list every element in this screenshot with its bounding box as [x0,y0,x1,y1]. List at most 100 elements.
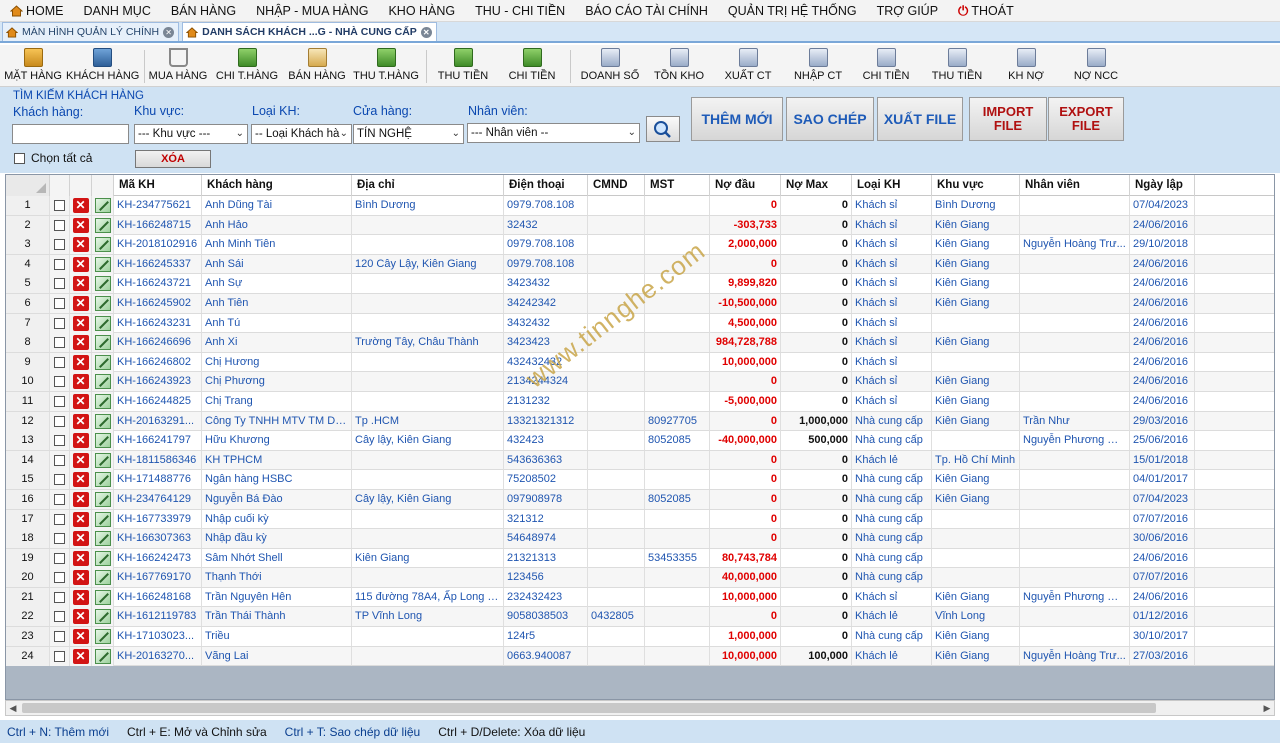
cell-dia-chi[interactable] [352,568,504,588]
header-no-max[interactable]: Nợ Max [781,175,852,196]
table-row[interactable]: 3 ✕ KH-2018102916 Anh Minh Tiên 0979.708.108… [6,235,1274,255]
cell-khach-hang[interactable]: Anh Dũng Tài [202,196,352,215]
grid-corner[interactable] [6,175,50,196]
cell-no-dau[interactable]: 10,000,000 [710,352,781,372]
cell-no-max[interactable]: 0 [781,627,852,647]
table-row[interactable]: 21 ✕ KH-166248168 Trần Nguyên Hên 115 đường … [6,587,1274,608]
cell-ma-kh[interactable]: KH-166244825 [114,391,202,411]
cell-no-max[interactable]: 1,000,000 [781,411,852,431]
cell-khach-hang[interactable]: Anh Tú [202,313,352,333]
export-file-button[interactable]: XUẤT FILE [877,97,963,141]
cell-no-max[interactable]: 0 [781,568,852,588]
cell-dia-chi[interactable] [352,509,504,529]
cell-khu-vuc[interactable] [932,431,1020,451]
row-checkbox[interactable] [54,552,65,564]
cell-khach-hang[interactable]: Trần Thái Thành [202,607,352,627]
cell-khach-hang[interactable]: KH TPHCM [202,450,352,470]
table-row[interactable]: 15 ✕ KH-171488776 Ngân hàng HSBC 75208502 0 0 N… [6,470,1274,490]
cell-no-dau[interactable]: 0 [710,450,781,470]
close-icon[interactable]: ✕ [420,26,432,38]
table-row[interactable]: 4 ✕ KH-166245337 Anh Sái 120 Cây Lậy, Kiên G… [6,254,1274,275]
cell-mst[interactable] [645,313,710,333]
row-checkbox[interactable] [54,611,65,623]
cell-nhan-vien[interactable] [1020,548,1130,568]
cell-mst[interactable] [645,352,710,372]
cell-khach-hang[interactable]: Anh Tiên [202,293,352,313]
cell-loai-kh[interactable]: Nhà cung cấp [852,470,932,490]
cell-dia-chi[interactable] [352,646,504,666]
cell-no-dau[interactable]: 1,000,000 [710,627,781,647]
cell-loai-kh[interactable]: Khách lẻ [852,646,932,666]
import-button[interactable]: IMPORT FILE [969,97,1047,141]
cell-khu-vuc[interactable]: Kiên Giang [932,646,1020,666]
cell-khu-vuc[interactable]: Kiên Giang [932,293,1020,313]
cell-dia-chi[interactable] [352,293,504,313]
edit-icon[interactable] [94,609,111,625]
menu-thu-chi-tien[interactable]: THU - CHI TIỀN [465,0,575,22]
row-checkbox[interactable] [54,493,65,505]
edit-icon[interactable] [94,491,111,507]
delete-button[interactable]: XÓA [135,150,211,168]
cell-ngay-lap[interactable]: 24/06/2016 [1130,548,1195,568]
menu-kho-hang[interactable]: KHO HÀNG [378,0,465,22]
row-number[interactable]: 10 [6,372,50,392]
cell-ma-kh[interactable]: KH-1612119783 [114,607,202,627]
cell-dien-thoai[interactable]: 124r5 [504,627,588,647]
row-number[interactable]: 22 [6,607,50,627]
delete-icon[interactable]: ✕ [72,315,89,331]
cell-mst[interactable] [645,607,710,627]
cell-ma-kh[interactable]: KH-166307363 [114,529,202,549]
cell-khu-vuc[interactable]: Kiên Giang [932,489,1020,509]
toolbar-nhap-ct[interactable]: NHẬP CT [788,48,848,85]
cell-khach-hang[interactable]: Anh Xi [202,333,352,353]
row-number[interactable]: 19 [6,548,50,568]
menu-tro-giup[interactable]: TRỢ GIÚP [867,0,948,22]
cell-loai-kh[interactable]: Khách sỉ [852,235,932,255]
cell-mst[interactable] [645,529,710,549]
delete-icon[interactable]: ✕ [72,472,89,488]
cell-khu-vuc[interactable] [932,509,1020,529]
row-number[interactable]: 21 [6,587,50,607]
cell-ma-kh[interactable]: KH-166248715 [114,215,202,235]
toolbar-chi-tien[interactable]: CHI TIỀN [502,48,562,85]
cell-loai-kh[interactable]: Khách sỉ [852,254,932,274]
header-no-dau[interactable]: Nợ đầu [710,175,781,196]
edit-icon[interactable] [94,550,111,566]
cell-mst[interactable]: 53453355 [645,548,710,568]
cell-nhan-vien[interactable] [1020,215,1130,235]
cell-nhan-vien[interactable]: Nguyễn Phương Duy [1020,587,1130,607]
cell-loai-kh[interactable]: Nhà cung cấp [852,411,932,431]
toolbar-mat-hang[interactable]: MẶT HÀNG [4,48,62,85]
staff-select[interactable]: --- Nhân viên -- ⌄ [467,123,640,143]
tab-customer-list[interactable]: DANH SÁCH KHÁCH ...G - NHÀ CUNG CẤP ✕ [182,22,437,41]
toolbar-khach-hang[interactable]: KHÁCH HÀNG [66,48,139,85]
cell-ma-kh[interactable]: KH-1811586346 [114,450,202,470]
cell-ngay-lap[interactable]: 24/06/2016 [1130,333,1195,353]
cell-no-dau[interactable]: 2,000,000 [710,235,781,255]
cell-cmnd[interactable] [588,411,645,431]
copy-button[interactable]: SAO CHÉP [786,97,874,141]
toolbar-xuat-ct[interactable]: XUẤT CT [718,48,778,85]
cell-no-dau[interactable]: 0 [710,509,781,529]
cell-khach-hang[interactable]: Công Ty TNHH MTV TM DL Kiên Gia... [202,411,352,431]
cell-mst[interactable] [645,254,710,274]
cell-mst[interactable] [645,333,710,353]
cell-dien-thoai[interactable]: 9058038503 [504,607,588,627]
cell-ma-kh[interactable]: KH-166243231 [114,313,202,333]
cell-loai-kh[interactable]: Khách sỉ [852,587,932,607]
cell-dia-chi[interactable] [352,313,504,333]
cell-nhan-vien[interactable]: Nguyễn Hoàng Trư... [1020,235,1130,255]
cell-loai-kh[interactable]: Khách sỉ [852,274,932,294]
cell-nhan-vien[interactable] [1020,391,1130,411]
row-number[interactable]: 11 [6,391,50,411]
cell-nhan-vien[interactable] [1020,333,1130,353]
cell-cmnd[interactable] [588,548,645,568]
cell-no-max[interactable]: 0 [781,293,852,313]
cell-loai-kh[interactable]: Nhà cung cấp [852,548,932,568]
cell-khu-vuc[interactable]: Kiên Giang [932,333,1020,353]
cell-cmnd[interactable] [588,509,645,529]
cell-nhan-vien[interactable]: Nguyễn Phương Duy [1020,431,1130,451]
cell-no-dau[interactable]: 0 [710,411,781,431]
edit-icon[interactable] [94,295,111,311]
toolbar-thu-t-hang[interactable]: THU T.HÀNG [352,48,420,85]
